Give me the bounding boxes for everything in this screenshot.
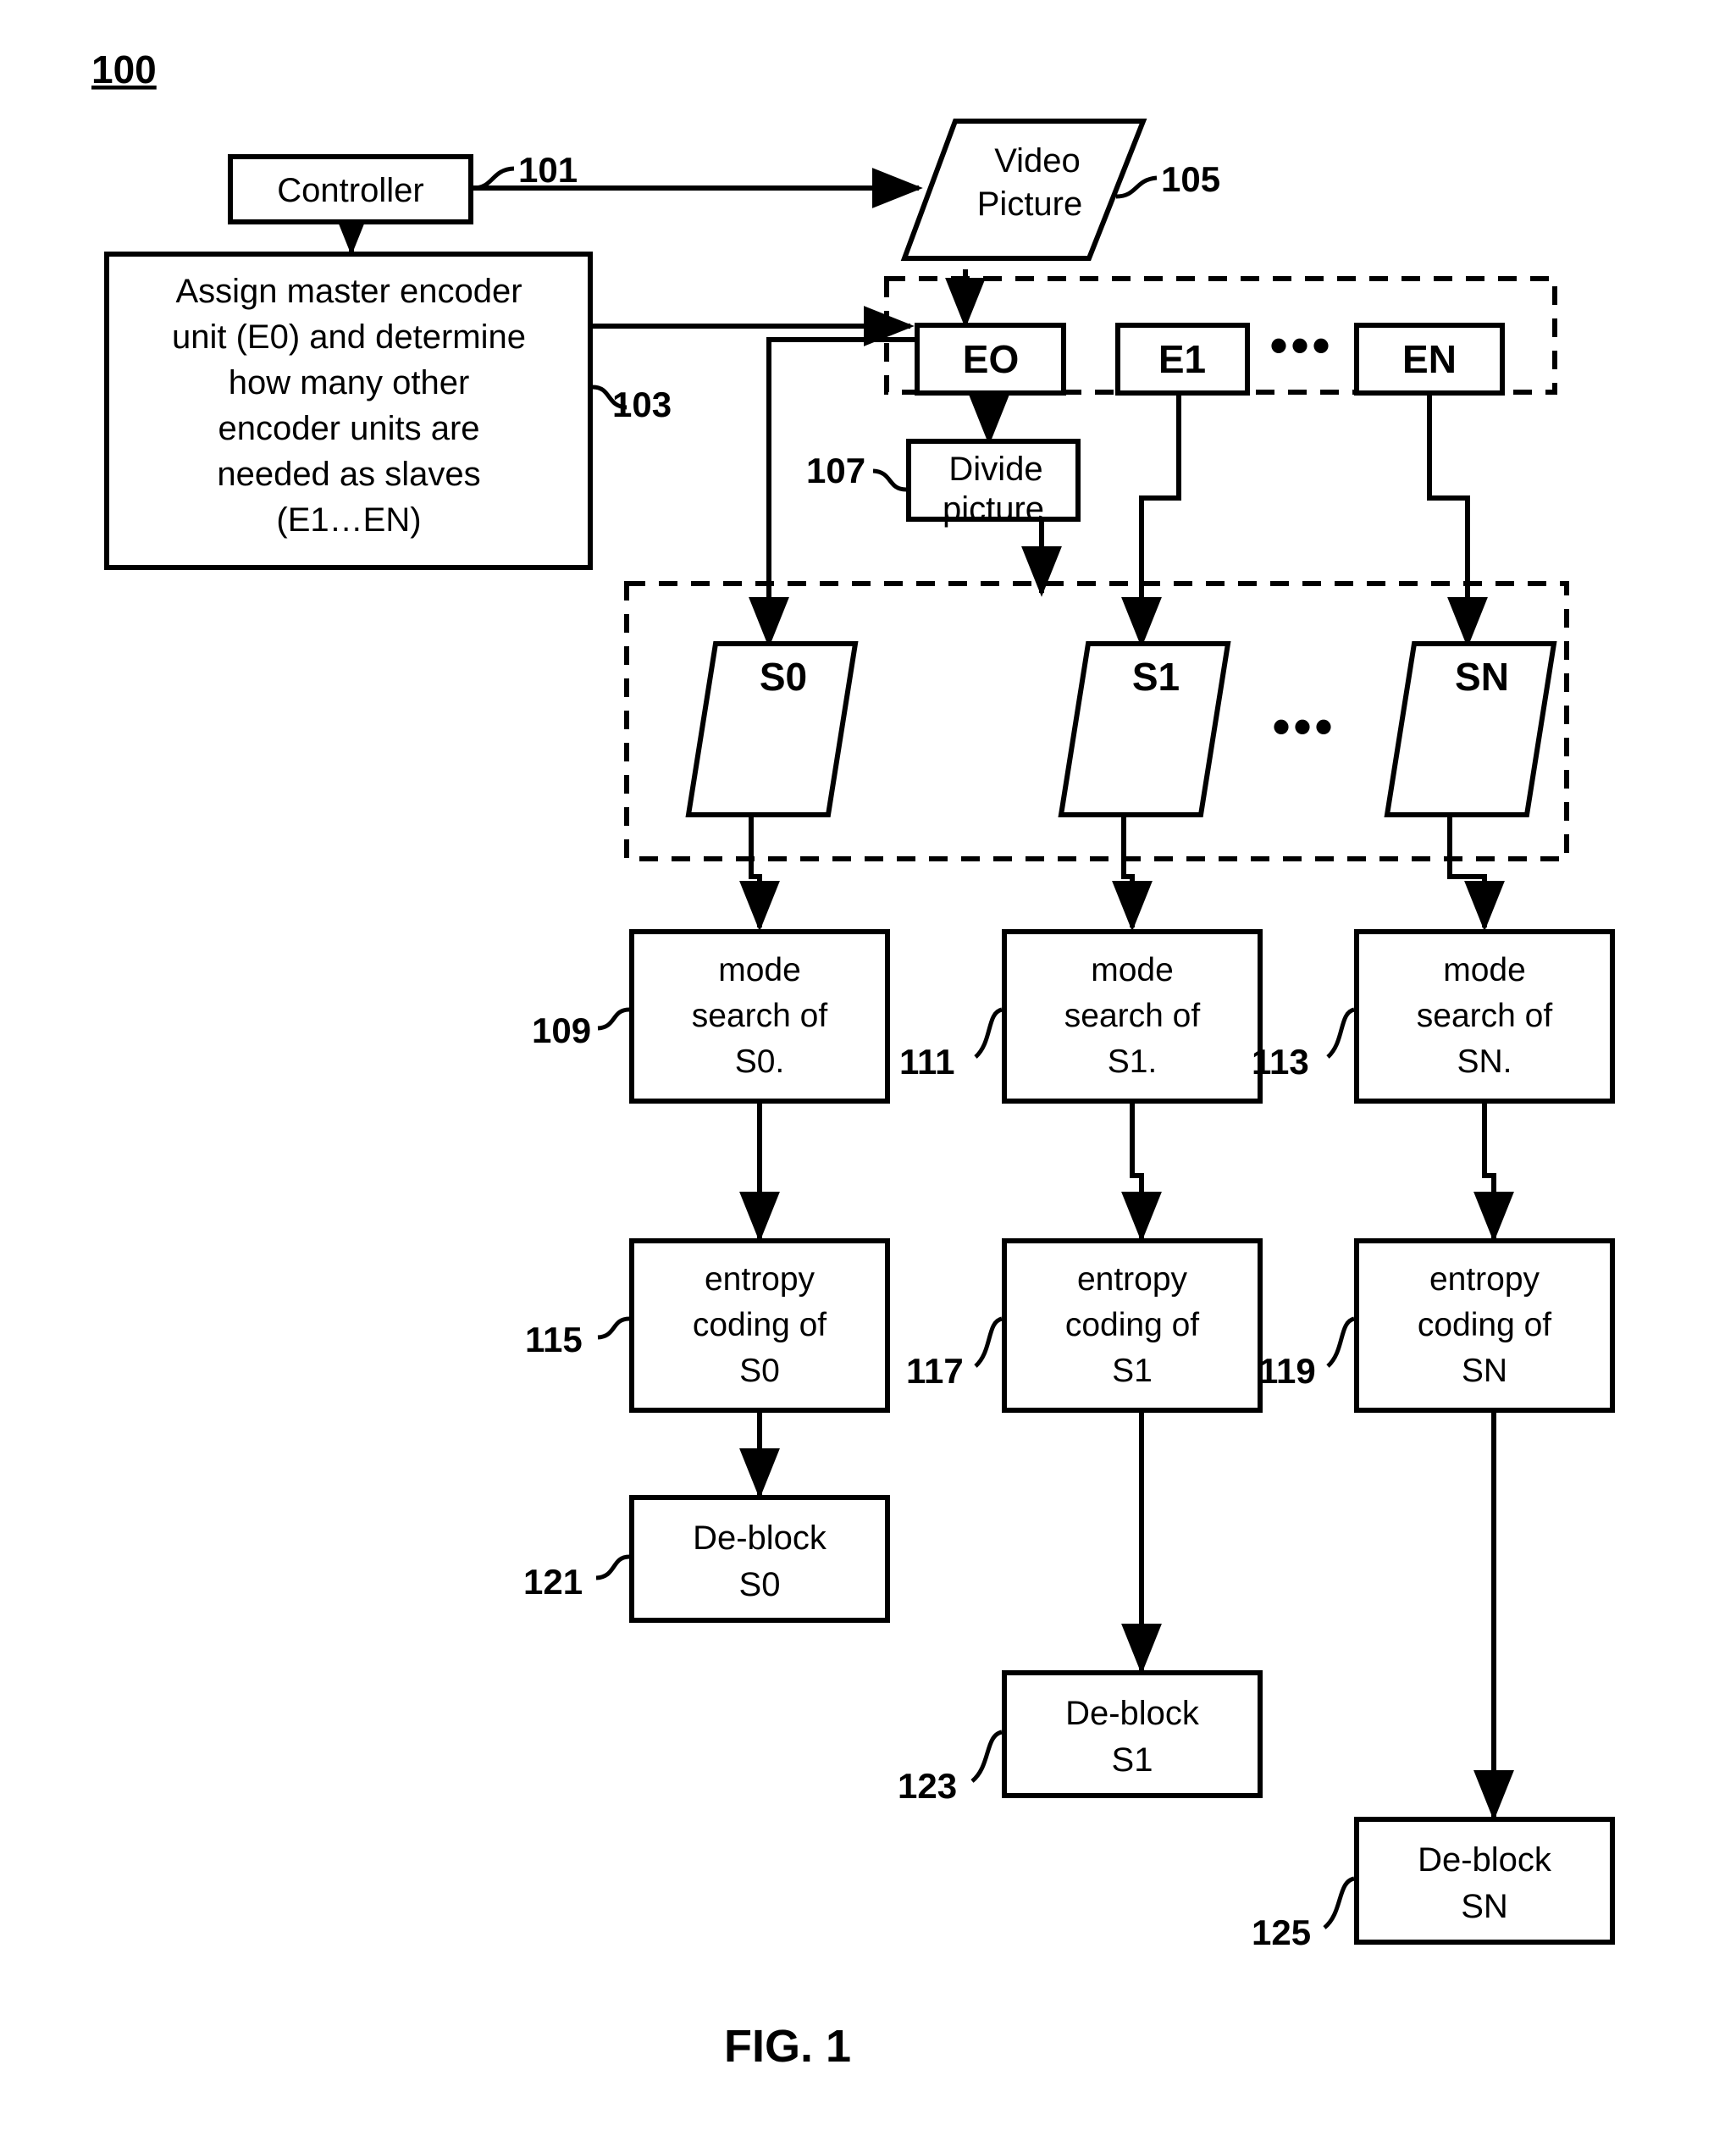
mode-search-line-2: search of bbox=[1064, 998, 1201, 1034]
leader-line-109 bbox=[597, 1007, 630, 1031]
deblock-s0-node: De-block S0 bbox=[629, 1495, 890, 1623]
divide-picture-node: Divide picture bbox=[906, 439, 1081, 528]
reference-numeral-101: 101 bbox=[518, 150, 578, 190]
deblock-line-2: S1 bbox=[1112, 1741, 1153, 1779]
connector-en-to-sn bbox=[1427, 393, 1488, 648]
leader-line-125 bbox=[1323, 1876, 1355, 1929]
deblock-line-1: De-block bbox=[1418, 1841, 1552, 1879]
entropy-coding-line-3: S0 bbox=[739, 1353, 780, 1389]
mode-search-line-1: mode bbox=[1443, 952, 1526, 988]
controller-node: Controller bbox=[228, 154, 473, 224]
entropy-coding-line-1: entropy bbox=[705, 1261, 815, 1298]
reference-numeral-125: 125 bbox=[1252, 1912, 1311, 1952]
entropy-coding-line-3: SN bbox=[1462, 1353, 1507, 1389]
leader-line-123 bbox=[970, 1730, 1003, 1783]
divide-picture-line-2: picture bbox=[943, 490, 1044, 528]
reference-numeral-107: 107 bbox=[806, 451, 865, 490]
leader-line-119 bbox=[1326, 1316, 1356, 1368]
connector-mode-search-s1-to-entropy-s1 bbox=[1121, 1101, 1162, 1243]
slice-label: S0 bbox=[760, 655, 807, 699]
reference-numeral-113: 113 bbox=[1252, 1042, 1309, 1082]
entropy-coding-line-1: entropy bbox=[1429, 1261, 1540, 1298]
flow-diagram-canvas: 100 Controller 101 Assign master encoder… bbox=[91, 47, 1615, 2072]
encoder-unit-e1: E1 bbox=[1115, 323, 1250, 396]
video-picture-line-2: Picture bbox=[977, 185, 1083, 223]
mode-search-line-1: mode bbox=[1091, 952, 1174, 988]
reference-numeral-123: 123 bbox=[898, 1766, 957, 1806]
reference-numeral-109: 109 bbox=[532, 1010, 591, 1050]
entropy-coding-line-1: entropy bbox=[1077, 1261, 1188, 1298]
connector-s0-to-mode-search-s0 bbox=[739, 815, 780, 932]
reference-numeral-119: 119 bbox=[1258, 1351, 1316, 1391]
connector-e1-to-s1 bbox=[1121, 393, 1181, 648]
connector-sn-to-mode-search-sn bbox=[1447, 815, 1505, 932]
mode-search-line-2: search of bbox=[1417, 998, 1553, 1034]
reference-numeral-121: 121 bbox=[523, 1562, 583, 1602]
deblock-line-2: SN bbox=[1461, 1888, 1508, 1925]
assign-line-2: unit (E0) and determine bbox=[172, 318, 526, 356]
deblock-s1-node: De-block S1 bbox=[1002, 1670, 1263, 1798]
connector-e0-to-s0 bbox=[749, 337, 917, 648]
mode-search-line-3: S1. bbox=[1108, 1043, 1158, 1080]
patent-figure-1: 100 Controller 101 Assign master encoder… bbox=[0, 0, 1736, 2131]
encoder-unit-e0: EO bbox=[915, 323, 1066, 396]
entropy-coding-line-2: coding of bbox=[1418, 1307, 1551, 1343]
leader-line-117 bbox=[974, 1316, 1003, 1368]
divide-picture-line-1: Divide bbox=[948, 451, 1042, 488]
leader-line-111 bbox=[974, 1007, 1003, 1059]
reference-numeral-117: 117 bbox=[906, 1351, 964, 1391]
connector-mode-search-sn-to-entropy-sn bbox=[1473, 1101, 1514, 1243]
reference-numeral-105: 105 bbox=[1161, 159, 1220, 199]
entropy-coding-line-3: S1 bbox=[1112, 1353, 1153, 1389]
reference-numeral-111: 111 bbox=[899, 1042, 954, 1082]
video-picture-node: Video Picture bbox=[900, 119, 1147, 261]
encoder-unit-label: EO bbox=[963, 337, 1019, 381]
assign-master-encoder-node: Assign master encoder unit (E0) and dete… bbox=[104, 252, 593, 570]
entropy-coding-s1-node: entropy coding of S1 bbox=[1002, 1238, 1263, 1413]
assign-line-3: how many other bbox=[229, 364, 470, 401]
slice-label: S1 bbox=[1132, 655, 1180, 699]
leader-line-113 bbox=[1326, 1007, 1356, 1059]
assign-line-4: encoder units are bbox=[218, 410, 479, 447]
leader-line-101 bbox=[473, 166, 515, 191]
mode-search-s0-node: mode search of S0. bbox=[629, 929, 890, 1104]
entropy-coding-line-2: coding of bbox=[1065, 1307, 1199, 1343]
video-picture-line-1: Video bbox=[994, 142, 1081, 180]
encoder-unit-label: EN bbox=[1402, 337, 1457, 381]
figure-caption: FIG. 1 bbox=[724, 2021, 851, 2072]
mode-search-line-2: search of bbox=[692, 998, 828, 1034]
assign-line-6: (E1…EN) bbox=[276, 501, 421, 539]
leader-line-107 bbox=[872, 468, 907, 492]
entropy-coding-line-2: coding of bbox=[693, 1307, 827, 1343]
slice-label: SN bbox=[1455, 655, 1509, 699]
deblock-sn-node: De-block SN bbox=[1354, 1817, 1615, 1945]
figure-number: 100 bbox=[91, 47, 157, 91]
reference-numeral-103: 103 bbox=[612, 385, 672, 424]
entropy-coding-s0-node: entropy coding of S0 bbox=[629, 1238, 890, 1413]
slice-s0: S0 bbox=[685, 641, 859, 817]
mode-search-line-3: S0. bbox=[735, 1043, 785, 1080]
reference-numeral-115: 115 bbox=[525, 1320, 583, 1359]
entropy-coding-sn-node: entropy coding of SN bbox=[1354, 1238, 1615, 1413]
mode-search-line-1: mode bbox=[718, 952, 801, 988]
encoder-units-ellipsis: ••• bbox=[1269, 317, 1333, 374]
deblock-line-1: De-block bbox=[1065, 1695, 1200, 1732]
connector-s1-to-mode-search-s1 bbox=[1112, 815, 1153, 932]
deblock-line-1: De-block bbox=[693, 1519, 827, 1557]
slices-ellipsis: ••• bbox=[1272, 698, 1335, 755]
mode-search-s1-node: mode search of S1. bbox=[1002, 929, 1263, 1104]
deblock-line-2: S0 bbox=[739, 1566, 781, 1603]
assign-line-1: Assign master encoder bbox=[175, 273, 522, 310]
mode-search-line-3: SN. bbox=[1457, 1043, 1512, 1080]
assign-line-5: needed as slaves bbox=[217, 456, 480, 493]
leader-line-121 bbox=[595, 1554, 630, 1580]
encoder-unit-label: E1 bbox=[1158, 337, 1206, 381]
leader-line-115 bbox=[597, 1316, 630, 1340]
slice-s1: S1 bbox=[1058, 641, 1231, 817]
controller-label: Controller bbox=[277, 172, 423, 209]
encoder-unit-en: EN bbox=[1354, 323, 1505, 396]
slice-sn: SN bbox=[1384, 641, 1557, 817]
mode-search-sn-node: mode search of SN. bbox=[1354, 929, 1615, 1104]
